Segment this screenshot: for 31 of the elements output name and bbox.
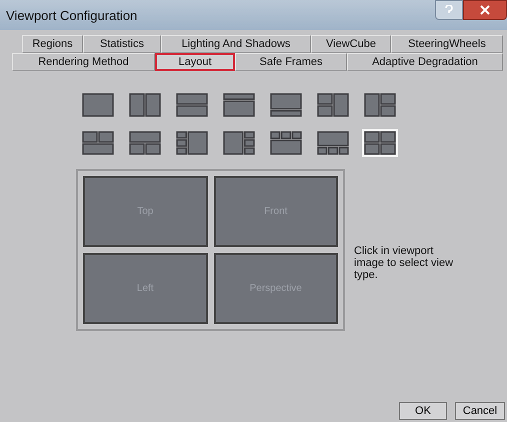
layout-option[interactable]: [315, 91, 351, 119]
tab[interactable]: Rendering Method: [12, 53, 155, 71]
layout-option[interactable]: [80, 129, 116, 157]
cancel-button[interactable]: Cancel: [455, 402, 505, 420]
layout-option[interactable]: [221, 129, 257, 157]
layout-option[interactable]: [127, 91, 163, 119]
tab[interactable]: Statistics: [83, 35, 161, 53]
close-button[interactable]: [463, 0, 507, 20]
tab[interactable]: Lighting And Shadows: [161, 35, 311, 53]
question-mark-icon: [445, 5, 453, 15]
hint-text: Click in viewport image to select view type.: [354, 245, 454, 281]
layout-option[interactable]: [362, 91, 398, 119]
layout-option[interactable]: [268, 129, 304, 157]
help-button[interactable]: [435, 0, 463, 20]
tab[interactable]: Adaptive Degradation: [347, 53, 503, 71]
layout-option[interactable]: [315, 129, 351, 157]
close-icon: [480, 5, 490, 15]
layout-option[interactable]: [268, 91, 304, 119]
layout-option[interactable]: [362, 129, 398, 157]
tab[interactable]: Safe Frames: [235, 53, 347, 71]
layout-option[interactable]: [174, 91, 210, 119]
tab[interactable]: Layout: [155, 53, 235, 71]
layout-option[interactable]: [174, 129, 210, 157]
layout-option[interactable]: [221, 91, 257, 119]
tab[interactable]: ViewCube: [311, 35, 391, 53]
tab[interactable]: SteeringWheels: [391, 35, 503, 53]
window-title: Viewport Configuration: [6, 8, 138, 22]
layout-option[interactable]: [127, 129, 163, 157]
layout-option[interactable]: [80, 91, 116, 119]
ok-button[interactable]: OK: [399, 402, 447, 420]
tab[interactable]: Regions: [22, 35, 83, 53]
